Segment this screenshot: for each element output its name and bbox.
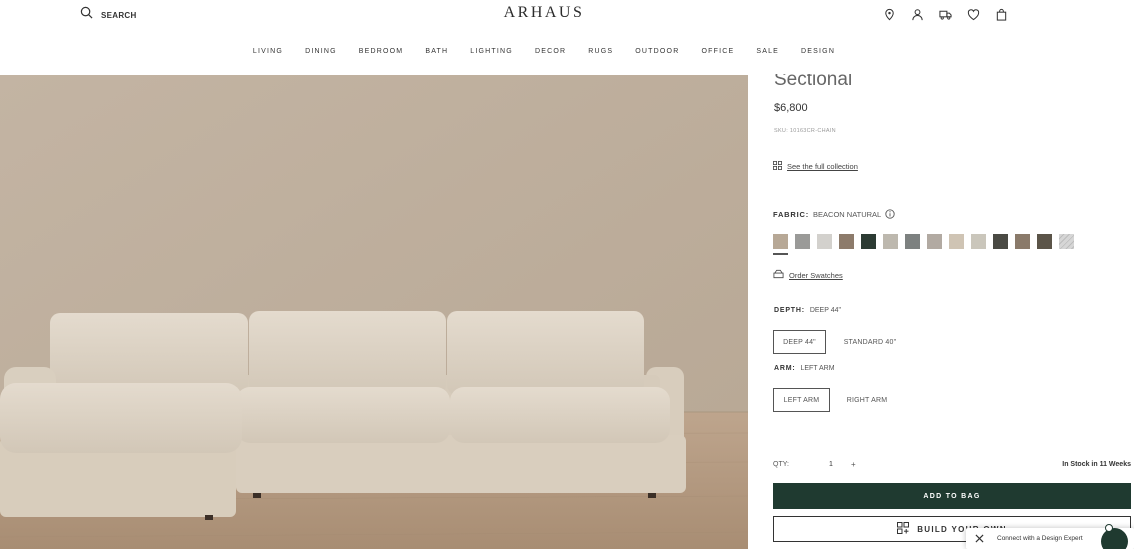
arm-label: ARM: (774, 365, 796, 372)
add-to-bag-button[interactable]: ADD TO BAG (773, 483, 1131, 509)
fabric-swatches (773, 234, 1074, 249)
depth-option-standard[interactable]: STANDARD 40" (833, 330, 907, 354)
location-icon[interactable] (882, 7, 897, 22)
main-nav: LIVING DINING BEDROOM BATH LIGHTING DECO… (0, 46, 1088, 57)
nav-item-design[interactable]: DESIGN (801, 46, 835, 57)
fabric-swatch[interactable] (839, 234, 854, 249)
arm-option-right[interactable]: RIGHT ARM (837, 388, 897, 412)
quantity-label: QTY: (773, 461, 789, 468)
quantity-row: QTY: 1 + In Stock in 11 Weeks (773, 460, 1134, 473)
nav-item-decor[interactable]: DECOR (535, 46, 566, 57)
grid-icon (773, 157, 782, 175)
chat-avatar[interactable] (1101, 528, 1128, 549)
fabric-selector-label: FABRIC: BEACON NATURAL (773, 209, 895, 219)
fabric-swatch[interactable] (1037, 234, 1052, 249)
fabric-swatch[interactable] (927, 234, 942, 249)
nav-item-office[interactable]: OFFICE (701, 46, 734, 57)
depth-label: DEPTH: (774, 307, 805, 314)
arm-option-left[interactable]: LEFT ARM (773, 388, 830, 412)
depth-option-deep[interactable]: DEEP 44" (773, 330, 826, 354)
nav-item-dining[interactable]: DINING (305, 46, 337, 57)
nav-item-bedroom[interactable]: BEDROOM (359, 46, 404, 57)
product-image (0, 75, 748, 549)
swatch-box-icon (773, 266, 784, 284)
fabric-swatch[interactable] (773, 234, 788, 249)
fabric-swatch[interactable] (817, 234, 832, 249)
nav-item-lighting[interactable]: LIGHTING (470, 46, 513, 57)
product-price: $6,800 (774, 102, 808, 114)
close-icon[interactable] (972, 532, 986, 546)
fabric-swatch[interactable] (905, 234, 920, 249)
fabric-swatch[interactable] (949, 234, 964, 249)
fabric-swatch[interactable] (861, 234, 876, 249)
selected-swatch-indicator (773, 253, 788, 255)
site-header: SEARCH ARHAUS LIVING DINING BEDROOM BATH… (0, 0, 1134, 74)
depth-value: DEEP 44" (809, 307, 841, 314)
fabric-swatch[interactable] (1059, 234, 1074, 249)
delivery-truck-icon[interactable] (938, 7, 953, 22)
sofa-illustration (0, 311, 686, 520)
chat-prompt[interactable]: Connect with a Design Expert (997, 535, 1083, 542)
shopping-bag-icon[interactable] (994, 7, 1009, 22)
product-sku: SKU: 10163CR-CHAIN (774, 128, 836, 134)
full-collection-link[interactable]: See the full collection (773, 157, 858, 175)
fabric-value: BEACON NATURAL (813, 209, 882, 219)
fabric-label: FABRIC: (773, 209, 810, 219)
info-icon[interactable] (885, 209, 895, 219)
fabric-swatch[interactable] (993, 234, 1008, 249)
product-details: Sectional $6,800 SKU: 10163CR-CHAIN See … (773, 69, 1134, 549)
quantity-increase-button[interactable]: + (851, 460, 856, 469)
nav-item-bath[interactable]: BATH (425, 46, 448, 57)
fabric-swatch[interactable] (1015, 234, 1030, 249)
order-swatches-label: Order Swatches (789, 270, 843, 280)
build-grid-icon (897, 522, 910, 536)
stock-status: In Stock in 11 Weeks (1062, 461, 1131, 468)
nav-item-sale[interactable]: SALE (756, 46, 779, 57)
design-expert-chat: Connect with a Design Expert (966, 524, 1134, 549)
full-collection-label: See the full collection (787, 161, 858, 171)
arm-selector-label: ARM: LEFT ARM (774, 365, 835, 372)
nav-item-outdoor[interactable]: OUTDOOR (635, 46, 679, 57)
order-swatches-link[interactable]: Order Swatches (773, 266, 843, 284)
account-icon[interactable] (910, 7, 925, 22)
arm-value: LEFT ARM (800, 365, 835, 372)
fabric-swatch[interactable] (971, 234, 986, 249)
chat-notification-badge (1105, 524, 1113, 532)
fabric-swatch[interactable] (883, 234, 898, 249)
fabric-swatch[interactable] (795, 234, 810, 249)
wishlist-heart-icon[interactable] (966, 7, 981, 22)
header-actions (882, 7, 1009, 22)
nav-item-rugs[interactable]: RUGS (588, 46, 613, 57)
quantity-value[interactable]: 1 (829, 461, 833, 468)
depth-selector-label: DEPTH: DEEP 44" (774, 307, 841, 314)
nav-item-living[interactable]: LIVING (253, 46, 283, 57)
